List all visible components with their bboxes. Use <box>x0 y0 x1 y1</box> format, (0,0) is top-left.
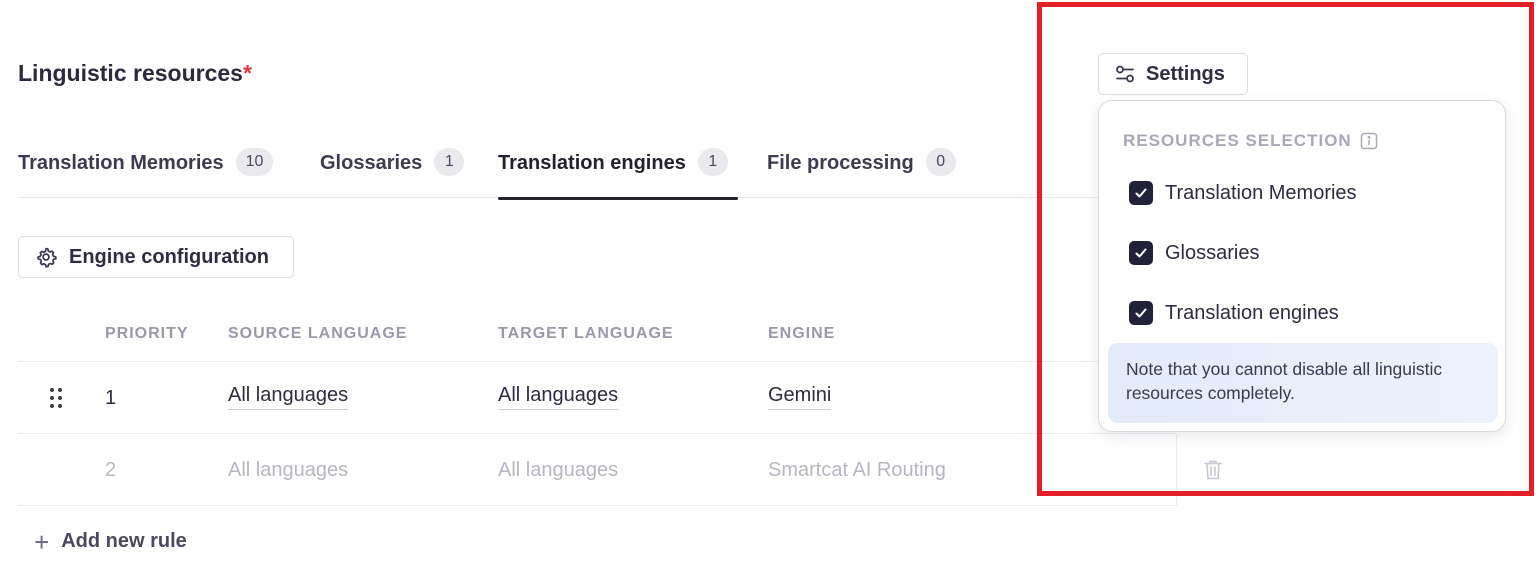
rule-target-language[interactable]: All languages <box>498 384 619 410</box>
column-header-source-language[interactable]: SOURCE LANGUAGE <box>228 325 407 343</box>
rule-priority: 2 <box>105 459 117 481</box>
tab-count-badge: 1 <box>434 148 465 176</box>
rule-source-language: All languages <box>228 459 349 481</box>
rule-target-language: All languages <box>498 459 619 481</box>
drag-handle-icon[interactable] <box>49 387 63 409</box>
tab-translation-memories[interactable]: Translation Memories 10 <box>18 148 274 198</box>
rule-priority: 1 <box>105 387 117 409</box>
column-header-target-language[interactable]: TARGET LANGUAGE <box>498 325 674 343</box>
add-new-rule-button[interactable]: + Add new rule <box>34 526 187 557</box>
row-divider <box>18 433 1176 434</box>
required-mark: * <box>242 60 252 86</box>
column-header-priority[interactable]: PRIORITY <box>105 325 189 343</box>
page-title-text: Linguistic resources <box>18 60 243 86</box>
tab-glossaries[interactable]: Glossaries 1 <box>320 148 465 198</box>
column-header-engine[interactable]: ENGINE <box>768 325 835 343</box>
tab-label: Glossaries <box>320 152 423 174</box>
row-divider <box>18 361 1176 362</box>
rule-engine[interactable]: Gemini <box>768 384 832 410</box>
tab-translation-engines[interactable]: Translation engines 1 <box>498 148 738 200</box>
tab-count-badge: 1 <box>697 148 728 176</box>
tab-file-processing[interactable]: File processing 0 <box>767 148 956 198</box>
row-divider <box>18 505 1176 506</box>
engine-configuration-label: Engine configuration <box>69 245 269 268</box>
plus-icon: + <box>34 526 50 557</box>
engine-configuration-button[interactable]: Engine configuration <box>18 236 294 278</box>
tab-label: Translation engines <box>498 152 686 174</box>
tab-count-badge: 0 <box>925 148 956 176</box>
tab-label: Translation Memories <box>18 152 224 174</box>
page-title: Linguistic resources* <box>18 60 252 87</box>
rule-source-language[interactable]: All languages <box>228 384 349 410</box>
gear-icon <box>37 247 57 268</box>
tab-label: File processing <box>767 152 914 174</box>
tab-count-badge: 10 <box>235 148 274 176</box>
highlight-frame <box>1037 2 1534 496</box>
add-new-rule-label: Add new rule <box>61 530 187 552</box>
rule-engine: Smartcat AI Routing <box>768 459 946 481</box>
